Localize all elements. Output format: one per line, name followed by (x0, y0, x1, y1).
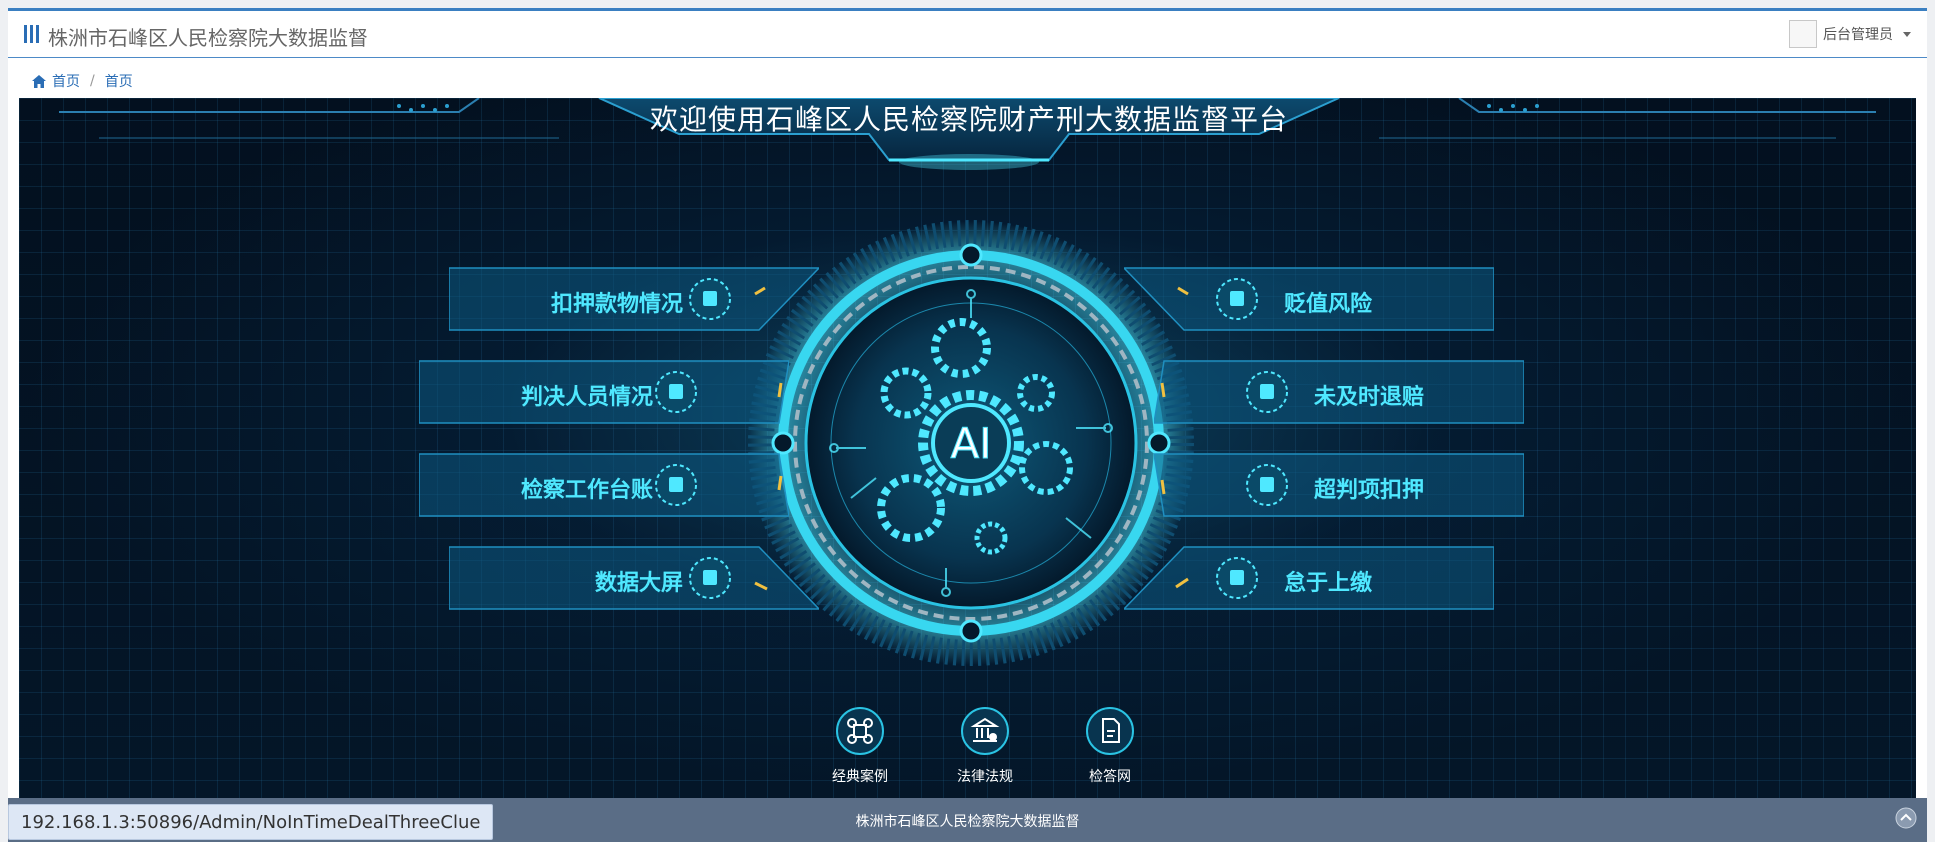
menu-label: 贬值风险 (1284, 292, 1373, 317)
app-title: 株洲市石峰区人民检察院大数据监督 (48, 26, 368, 50)
menu-label: 怠于上缴 (1284, 571, 1373, 596)
menu-seized-property[interactable]: 扣押款物情况 (449, 266, 819, 332)
command-icon (836, 707, 884, 755)
avatar (1789, 20, 1817, 48)
breadcrumb-home[interactable]: 首页 (52, 71, 80, 91)
link-classic-cases[interactable]: 经典案例 (815, 706, 905, 786)
admin-menu[interactable]: 后台管理员 (1789, 18, 1911, 50)
menu-sentenced-persons[interactable]: 判决人员情况 (419, 359, 789, 425)
menu-data-screen[interactable]: 数据大屏 (449, 545, 819, 611)
menu-label: 判决人员情况 (520, 385, 653, 410)
link-laws-regulations[interactable]: 法律法规 (940, 706, 1030, 786)
dashboard-stage: 欢迎使用石峰区人民检察院财产刑大数据监督平台 AI 扣押款物情况 判决人员情况 … (19, 98, 1916, 805)
calendar-icon (1246, 371, 1288, 413)
chevron-down-icon (1903, 31, 1911, 37)
menu-untimely-compensation[interactable]: 未及时退赔 (1154, 359, 1524, 425)
calendar-icon (655, 464, 697, 506)
scroll-top-icon[interactable] (1895, 807, 1917, 829)
breadcrumb-current[interactable]: 首页 (105, 71, 133, 91)
calendar-icon (1216, 278, 1258, 320)
menu-depreciation-risk[interactable]: 贬值风险 (1124, 266, 1494, 332)
calendar-icon (689, 278, 731, 320)
calendar-icon (1216, 557, 1258, 599)
document-icon (1086, 707, 1134, 755)
link-label: 检答网 (1089, 769, 1131, 785)
link-qa-network[interactable]: 检答网 (1065, 706, 1155, 786)
app-frame: 株洲市石峰区人民检察院大数据监督 后台管理员 首页 / 首页 欢迎使用石峰区人民… (8, 8, 1927, 842)
top-header: 株洲市石峰区人民检察院大数据监督 后台管理员 (8, 11, 1927, 58)
link-label: 法律法规 (957, 769, 1013, 785)
calendar-icon (655, 371, 697, 413)
calendar-icon (689, 557, 731, 599)
calendar-icon (1246, 464, 1288, 506)
menu-label: 数据大屏 (594, 571, 683, 596)
home-icon (32, 74, 46, 88)
menu-excess-seizure[interactable]: 超判项扣押 (1154, 452, 1524, 518)
menu-work-ledger[interactable]: 检察工作台账 (419, 452, 789, 518)
menu-label: 扣押款物情况 (550, 292, 683, 317)
menu-delayed-remittance[interactable]: 怠于上缴 (1124, 545, 1494, 611)
title-side-lines (59, 98, 1876, 139)
link-label: 经典案例 (832, 769, 888, 785)
breadcrumb: 首页 / 首页 (32, 71, 133, 91)
breadcrumb-separator: / (90, 73, 95, 89)
bars-icon[interactable] (24, 25, 40, 43)
menu-label: 超判项扣押 (1314, 478, 1425, 503)
admin-name: 后台管理员 (1823, 27, 1893, 43)
menu-label: 未及时退赔 (1314, 385, 1425, 410)
menu-label: 检察工作台账 (520, 478, 653, 503)
status-url: 192.168.1.3:50896/Admin/NoInTimeDealThre… (8, 804, 494, 840)
courthouse-icon (961, 707, 1009, 755)
ai-center-label: AI (950, 419, 991, 468)
